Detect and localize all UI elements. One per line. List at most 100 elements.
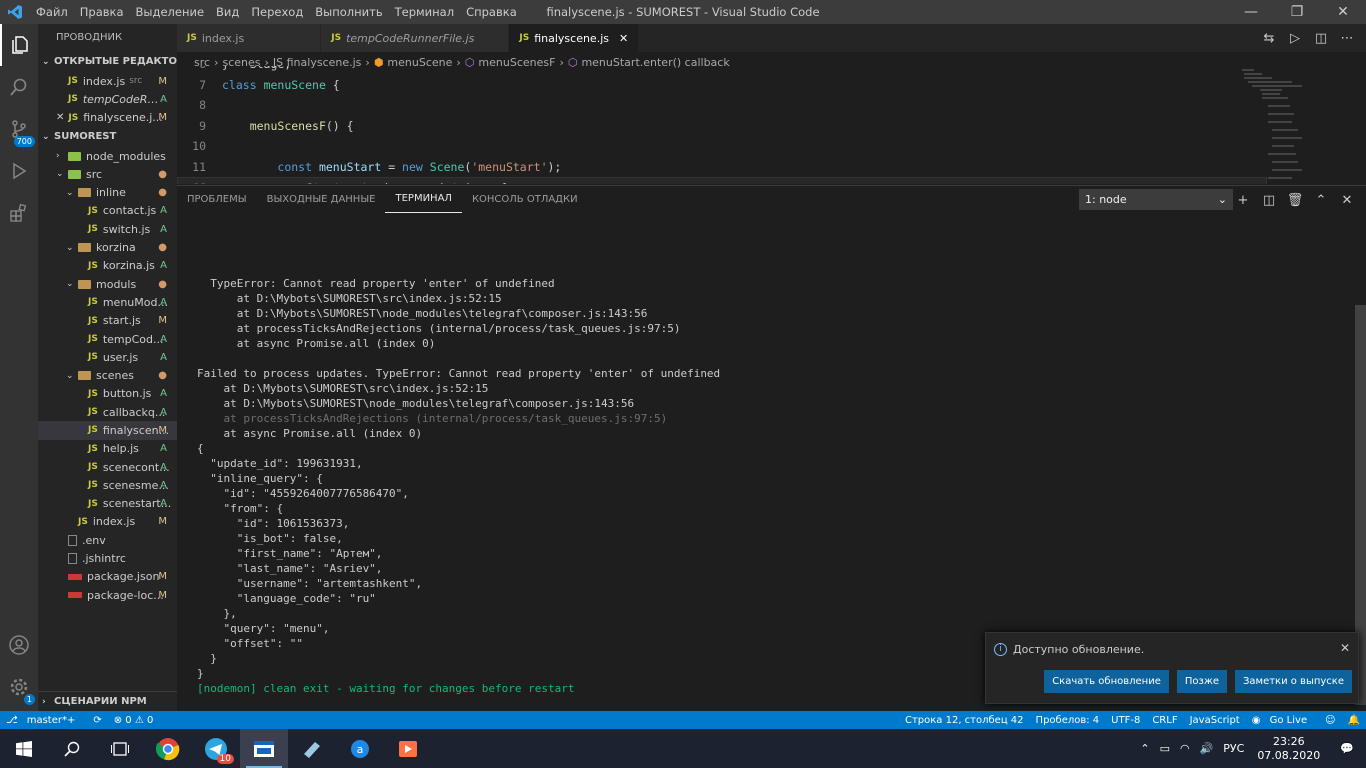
tree-item[interactable]: JS help.js A xyxy=(38,440,177,458)
menu-edit[interactable]: Правка xyxy=(74,0,130,24)
tree-item[interactable]: JS menuMod... A xyxy=(38,293,177,311)
open-editor-item[interactable]: ✕ JS finalyscene.j... M xyxy=(38,109,177,127)
tree-item[interactable]: JS contact.js A xyxy=(38,202,177,220)
tab-debug-console[interactable]: КОНСОЛЬ ОТЛАДКИ xyxy=(462,187,588,213)
split-editor-icon[interactable]: ◫ xyxy=(1308,31,1334,46)
app-icon[interactable] xyxy=(288,729,336,768)
close-editor-icon[interactable]: ✕ xyxy=(56,112,64,123)
account-icon[interactable] xyxy=(0,624,38,666)
source-control-icon[interactable]: 700 xyxy=(0,108,38,150)
task-view-icon[interactable] xyxy=(96,729,144,768)
close-panel-icon[interactable]: ✕ xyxy=(1334,193,1360,208)
tree-item[interactable]: JS start.js M xyxy=(38,312,177,330)
compare-icon[interactable]: ⇆ xyxy=(1256,31,1282,46)
code-editor[interactable]: 6} = Stage; 7 class menuScene { 8 9 menuS… xyxy=(177,66,1267,184)
tree-item[interactable]: JS tempCod... A xyxy=(38,330,177,348)
later-button[interactable]: Позже xyxy=(1176,670,1227,693)
network-icon[interactable]: ▭ xyxy=(1155,742,1175,755)
clock[interactable]: 23:26 07.08.2020 xyxy=(1249,735,1328,763)
menu-go[interactable]: Переход xyxy=(245,0,309,24)
tab-tempcoderunnerfile[interactable]: JS tempCodeRunnerFile.js xyxy=(321,24,510,52)
tree-item[interactable]: JS korzina.js A xyxy=(38,257,177,275)
run-debug-icon[interactable] xyxy=(0,150,38,192)
menu-run[interactable]: Выполнить xyxy=(309,0,388,24)
tab-terminal[interactable]: ТЕРМИНАЛ xyxy=(385,186,462,213)
run-code-icon[interactable]: ▷ xyxy=(1282,31,1308,46)
action-center-icon[interactable]: 💬 xyxy=(1328,742,1366,755)
maximize-panel-icon[interactable]: ⌃ xyxy=(1308,193,1334,208)
tree-item[interactable]: JS finalyscen... M xyxy=(38,421,177,440)
maximize-button[interactable]: ❐ xyxy=(1274,0,1320,24)
media-player-icon[interactable] xyxy=(384,729,432,768)
open-editor-item[interactable]: JS tempCodeRu... A xyxy=(38,90,177,108)
more-actions-icon[interactable]: ⋯ xyxy=(1334,31,1360,46)
terminal-select[interactable]: 1: node ⌄ xyxy=(1079,189,1233,210)
project-section[interactable]: ⌄ SUMOREST xyxy=(38,127,177,147)
cursor-position[interactable]: Строка 12, столбец 42 xyxy=(899,715,1030,726)
language-indicator[interactable]: РУС xyxy=(1218,742,1249,755)
search-taskbar-icon[interactable] xyxy=(48,729,96,768)
go-live-button[interactable]: ◉ Go Live xyxy=(1246,715,1319,726)
close-window-button[interactable]: ✕ xyxy=(1320,0,1366,24)
tree-item[interactable]: JS scenecont... A xyxy=(38,458,177,476)
minimize-button[interactable]: — xyxy=(1228,0,1274,24)
tree-item[interactable]: ⌄ moduls ● xyxy=(38,275,177,293)
start-windows-icon[interactable] xyxy=(0,729,48,768)
tree-item[interactable]: JS button.js A xyxy=(38,385,177,403)
menu-terminal[interactable]: Терминал xyxy=(389,0,460,24)
notifications-bell-icon[interactable]: 🔔 xyxy=(1342,715,1366,726)
chrome-icon[interactable] xyxy=(144,729,192,768)
show-hidden-icons[interactable]: ⌃ xyxy=(1135,742,1154,755)
release-notes-button[interactable]: Заметки о выпуске xyxy=(1234,670,1352,693)
volume-icon[interactable]: 🔊 xyxy=(1195,742,1219,755)
tree-item[interactable]: ⌄ korzina ● xyxy=(38,238,177,256)
tree-item[interactable]: package.json M xyxy=(38,568,177,586)
open-editor-item[interactable]: JS index.js src M xyxy=(38,72,177,90)
tree-item[interactable]: package-loc... M xyxy=(38,586,177,604)
tree-item[interactable]: JS scenesme... A xyxy=(38,476,177,494)
menu-view[interactable]: Вид xyxy=(210,0,245,24)
indentation[interactable]: Пробелов: 4 xyxy=(1030,715,1106,726)
app-icon[interactable]: a xyxy=(336,729,384,768)
tree-item[interactable]: .jshintrc xyxy=(38,549,177,567)
language-mode[interactable]: JavaScript xyxy=(1184,715,1246,726)
tree-item[interactable]: JS scenestart... A xyxy=(38,495,177,513)
feedback-icon[interactable]: ☺ xyxy=(1319,715,1341,726)
tree-item[interactable]: JS index.js M xyxy=(38,513,177,531)
tab-output[interactable]: ВЫХОДНЫЕ ДАННЫЕ xyxy=(257,187,386,213)
menu-selection[interactable]: Выделение xyxy=(130,0,211,24)
line-ending[interactable]: CRLF xyxy=(1146,715,1183,726)
explorer-icon[interactable] xyxy=(0,24,38,66)
tab-index-js[interactable]: JS index.js xyxy=(177,24,322,52)
menu-file[interactable]: Файл xyxy=(30,0,74,24)
tree-item[interactable]: .env xyxy=(38,531,177,549)
sync-icon[interactable]: ⟳ xyxy=(87,715,107,726)
download-update-button[interactable]: Скачать обновление xyxy=(1044,670,1169,693)
minimap[interactable] xyxy=(1232,66,1322,184)
branch-indicator[interactable]: ⎇ master*+ xyxy=(0,715,87,726)
telegram-icon[interactable]: 10 xyxy=(192,729,240,768)
tree-item[interactable]: JS callbackq... A xyxy=(38,403,177,421)
vscode-taskbar-icon[interactable] xyxy=(240,729,288,768)
kill-terminal-icon[interactable]: 🗑 xyxy=(1282,193,1308,208)
encoding[interactable]: UTF-8 xyxy=(1105,715,1146,726)
open-editors-section[interactable]: ⌄ОТКРЫТЫЕ РЕДАКТОРЫ xyxy=(38,52,177,72)
tree-item[interactable]: ⌄ scenes ● xyxy=(38,366,177,384)
search-icon[interactable] xyxy=(0,66,38,108)
tree-item[interactable]: JS switch.js A xyxy=(38,220,177,238)
close-tab-icon[interactable]: ✕ xyxy=(619,32,628,45)
tree-item[interactable]: JS user.js A xyxy=(38,348,177,366)
close-notification-icon[interactable]: ✕ xyxy=(1340,641,1350,655)
wifi-icon[interactable]: ◠ xyxy=(1175,742,1195,755)
tab-problems[interactable]: ПРОБЛЕМЫ xyxy=(177,187,257,213)
settings-gear-icon[interactable]: 1 xyxy=(0,666,38,708)
menu-help[interactable]: Справка xyxy=(460,0,523,24)
problems-indicator[interactable]: ⊗ 0 ⚠ 0 xyxy=(108,715,160,726)
tree-item[interactable]: ⌄ src ● xyxy=(38,165,177,183)
npm-scripts-section[interactable]: › СЦЕНАРИИ NPM xyxy=(38,691,177,711)
extensions-icon[interactable] xyxy=(0,192,38,234)
tree-item[interactable]: › node_modules xyxy=(38,147,177,165)
new-terminal-icon[interactable]: + xyxy=(1230,193,1256,208)
tree-item[interactable]: ⌄ inline ● xyxy=(38,183,177,201)
tab-finalyscene-js[interactable]: JS finalyscene.js ✕ xyxy=(509,24,640,52)
